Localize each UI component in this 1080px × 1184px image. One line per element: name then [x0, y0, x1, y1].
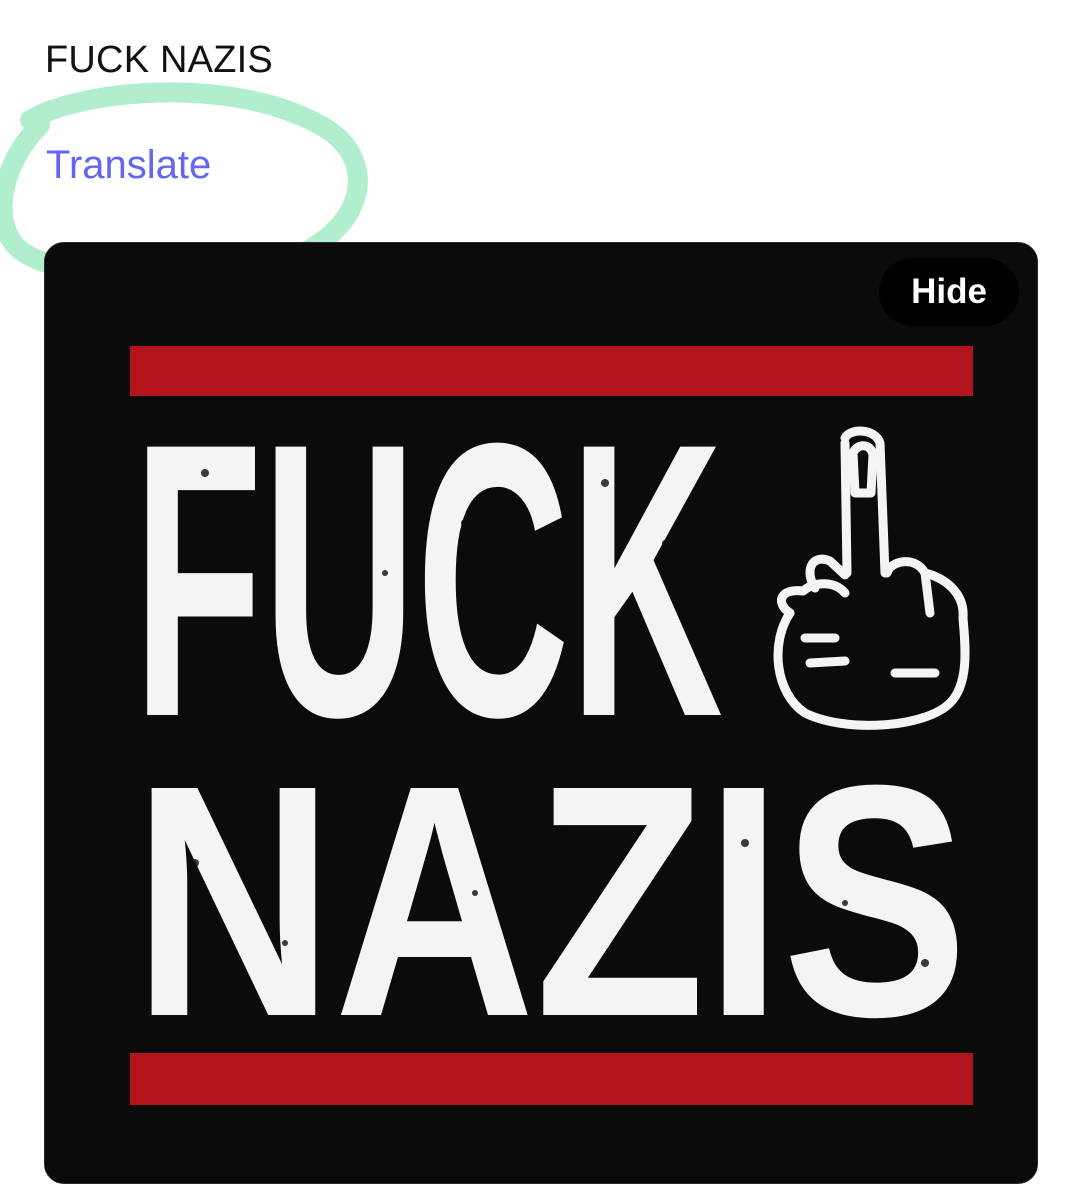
poster-line-2: NAZIS: [133, 716, 968, 1085]
media-card: FUCK NAZIS Hide: [44, 242, 1038, 1184]
translate-link[interactable]: Translate: [46, 142, 211, 188]
hide-button[interactable]: Hide: [879, 258, 1019, 326]
post-text: FUCK NAZIS: [45, 39, 273, 81]
poster-image: FUCK NAZIS: [45, 243, 1037, 1183]
